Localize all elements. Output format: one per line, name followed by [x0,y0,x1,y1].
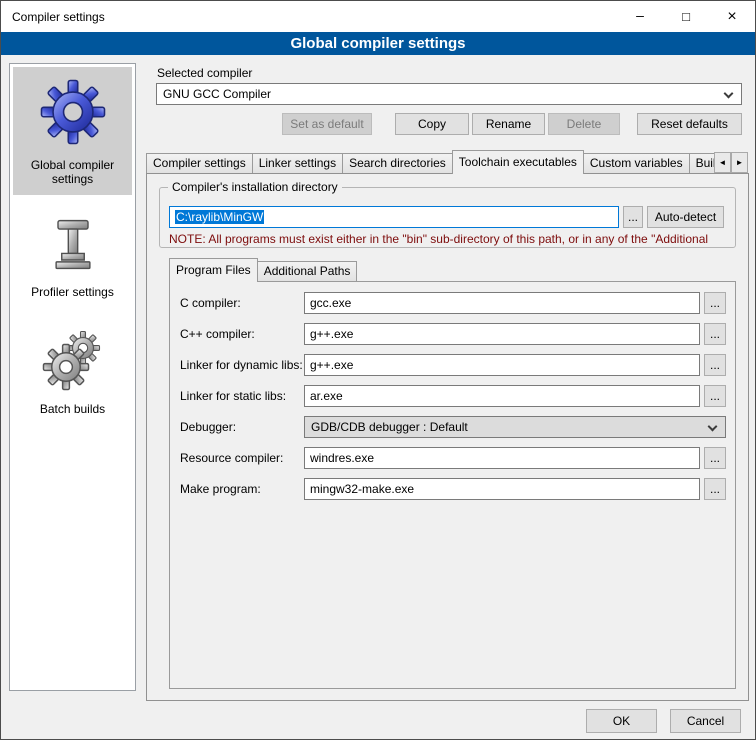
resource-compiler-label: Resource compiler: [180,451,304,465]
program-files-tabbar: Program Files Additional Paths [169,258,729,281]
debugger-label: Debugger: [180,420,304,434]
install-dir-group-title: Compiler's installation directory [168,180,342,194]
arrow-right-icon: ► [736,158,744,167]
install-dir-browse-button[interactable]: ... [623,206,643,228]
make-program-browse-button[interactable]: ... [704,478,726,500]
tab-search-directories[interactable]: Search directories [342,153,453,173]
tab-compiler-settings[interactable]: Compiler settings [146,153,253,173]
titlebar: Compiler settings – □ × [1,1,755,32]
linker-dynamic-label: Linker for dynamic libs: [180,358,304,372]
gear-icon [36,75,110,149]
ok-button[interactable]: OK [586,709,657,733]
linker-static-browse-button[interactable]: ... [704,385,726,407]
sidebar-item-profiler-settings[interactable]: Profiler settings [13,206,132,308]
chevron-down-icon [708,422,718,432]
set-as-default-button[interactable]: Set as default [282,113,372,135]
program-files-panel: C compiler: ... C++ compiler: ... Linker… [169,281,736,689]
make-program-input[interactable] [304,478,700,500]
c-compiler-input[interactable] [304,292,700,314]
tab-additional-paths[interactable]: Additional Paths [257,261,358,281]
install-dir-input[interactable]: C:\raylib\MinGW [169,206,619,228]
auto-detect-button[interactable]: Auto-detect [647,206,724,228]
rename-button[interactable]: Rename [472,113,545,135]
copy-button[interactable]: Copy [395,113,469,135]
sidebar-item-label: Profiler settings [15,285,130,299]
resource-compiler-browse-button[interactable]: ... [704,447,726,469]
linker-dynamic-input[interactable] [304,354,700,376]
tab-custom-variables[interactable]: Custom variables [583,153,690,173]
linker-static-input[interactable] [304,385,700,407]
tab-scroll-right-button[interactable]: ► [731,152,748,173]
field-row: Debugger: GDB/CDB debugger : Default [180,416,726,438]
install-dir-value: C:\raylib\MinGW [175,210,264,224]
tab-program-files[interactable]: Program Files [169,258,258,282]
linker-static-label: Linker for static libs: [180,389,304,403]
maximize-button[interactable]: □ [663,1,709,32]
tab-toolchain-executables[interactable]: Toolchain executables [452,150,584,174]
field-row: Resource compiler: ... [180,447,726,469]
field-row: C++ compiler: ... [180,323,726,345]
maximize-icon: □ [682,9,690,24]
c-compiler-browse-button[interactable]: ... [704,292,726,314]
field-row: Make program: ... [180,478,726,500]
linker-dynamic-browse-button[interactable]: ... [704,354,726,376]
field-row: Linker for dynamic libs: ... [180,354,726,376]
close-button[interactable]: × [709,1,755,32]
arrow-left-icon: ◄ [719,158,727,167]
sidebar-item-label: Batch builds [15,402,130,416]
debugger-select-value: GDB/CDB debugger : Default [311,420,468,434]
window-title: Compiler settings [1,10,617,24]
dialog-header: Global compiler settings [1,32,755,55]
make-program-label: Make program: [180,482,304,496]
dialog-header-title: Global compiler settings [290,35,465,52]
field-row: Linker for static libs: ... [180,385,726,407]
minimize-icon: – [636,7,644,23]
resource-compiler-input[interactable] [304,447,700,469]
cpp-compiler-input[interactable] [304,323,700,345]
install-dir-note: NOTE: All programs must exist either in … [169,232,734,246]
settings-tabbar: Compiler settings Linker settings Search… [146,150,714,173]
delete-button[interactable]: Delete [548,113,620,135]
chevron-down-icon [724,89,734,99]
sidebar-item-batch-builds[interactable]: Batch builds [13,319,132,425]
cpp-compiler-label: C++ compiler: [180,327,304,341]
cancel-button[interactable]: Cancel [670,709,741,733]
sidebar-item-label: Global compiler settings [15,158,130,186]
field-row: C compiler: ... [180,292,726,314]
debugger-select[interactable]: GDB/CDB debugger : Default [304,416,726,438]
batch-builds-icon [41,327,105,393]
cpp-compiler-browse-button[interactable]: ... [704,323,726,345]
compiler-select-value: GNU GCC Compiler [163,87,271,101]
close-icon: × [727,8,736,26]
sidebar: Global compiler settings Profiler settin… [9,63,136,691]
tab-linker-settings[interactable]: Linker settings [252,153,343,173]
minimize-button[interactable]: – [617,1,663,32]
selected-compiler-label: Selected compiler [157,66,252,80]
compiler-select[interactable]: GNU GCC Compiler [156,83,742,105]
tab-scroll-left-button[interactable]: ◄ [714,152,731,173]
sidebar-item-global-compiler-settings[interactable]: Global compiler settings [13,67,132,195]
profiler-icon [43,214,103,276]
c-compiler-label: C compiler: [180,296,304,310]
compiler-settings-dialog: Compiler settings – □ × Global compiler … [0,0,756,740]
reset-defaults-button[interactable]: Reset defaults [637,113,742,135]
